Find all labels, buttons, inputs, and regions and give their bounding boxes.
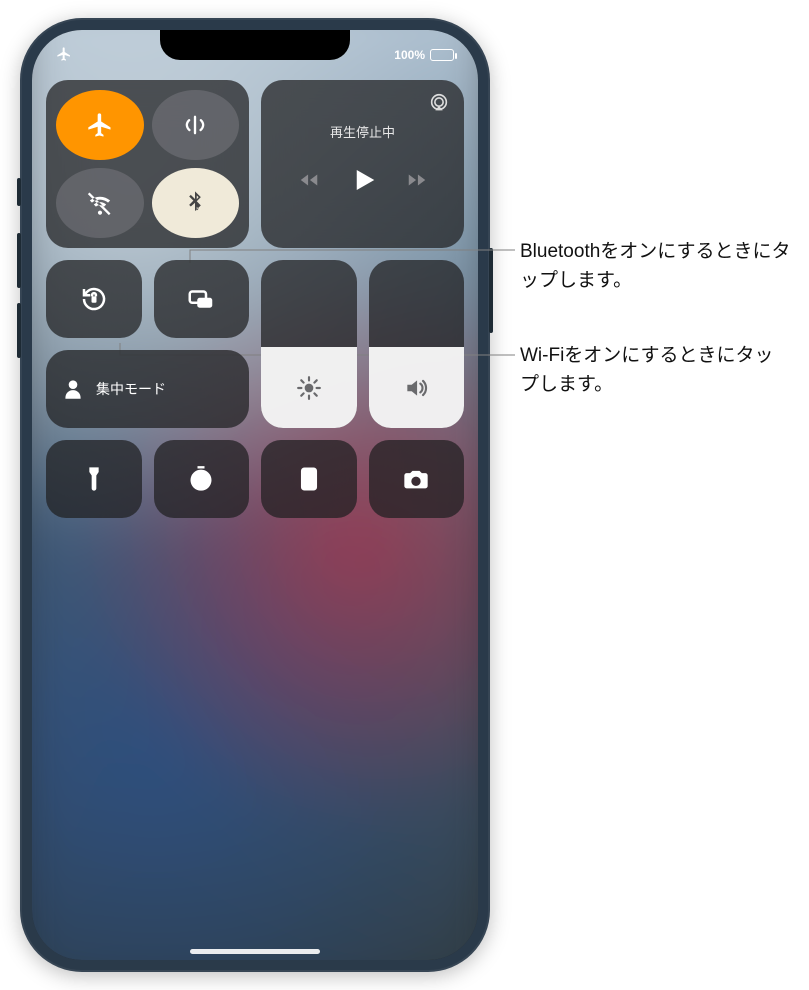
focus-mode-label: 集中モード <box>96 379 166 399</box>
connectivity-group[interactable] <box>46 80 249 248</box>
previous-track-button[interactable] <box>298 169 320 196</box>
focus-mode-button[interactable]: 集中モード <box>46 350 249 428</box>
battery-icon <box>430 49 454 61</box>
play-button[interactable] <box>348 165 378 200</box>
rotation-lock-icon <box>79 284 109 314</box>
timer-icon <box>187 465 215 493</box>
person-icon <box>60 376 86 402</box>
brightness-slider[interactable] <box>261 260 357 428</box>
silence-switch <box>17 178 21 206</box>
airplane-mode-status-icon <box>56 46 72 65</box>
callout-bluetooth: Bluetoothをオンにするときにタップします。 <box>520 238 800 295</box>
wifi-toggle[interactable] <box>56 168 144 238</box>
now-playing-tile[interactable]: 再生停止中 <box>261 80 464 248</box>
control-center: 再生停止中 <box>46 80 464 518</box>
callout-wifi: Wi-Fiをオンにするときにタップします。 <box>520 342 780 399</box>
brightness-icon <box>296 375 322 401</box>
home-indicator[interactable] <box>190 949 320 954</box>
airplane-mode-toggle[interactable] <box>56 90 144 160</box>
timer-button[interactable] <box>154 440 250 518</box>
phone-frame: 100% <box>20 18 490 972</box>
volume-up-button <box>17 233 21 288</box>
screen-mirroring-button[interactable] <box>154 260 250 338</box>
volume-slider[interactable] <box>369 260 465 428</box>
bluetooth-toggle[interactable] <box>152 168 240 238</box>
battery-percent: 100% <box>394 48 425 62</box>
airplay-icon[interactable] <box>428 92 450 114</box>
camera-icon <box>402 465 430 493</box>
side-button <box>489 248 493 333</box>
next-track-button[interactable] <box>406 169 428 196</box>
volume-down-button <box>17 303 21 358</box>
rotation-lock-toggle[interactable] <box>46 260 142 338</box>
airplane-icon <box>86 111 114 139</box>
calculator-button[interactable] <box>261 440 357 518</box>
bluetooth-icon <box>181 189 209 217</box>
screen: 100% <box>32 30 478 960</box>
calculator-icon <box>295 465 323 493</box>
now-playing-status: 再生停止中 <box>330 122 395 141</box>
camera-button[interactable] <box>369 440 465 518</box>
flashlight-icon <box>80 465 108 493</box>
volume-icon <box>403 375 429 401</box>
flashlight-button[interactable] <box>46 440 142 518</box>
wifi-off-icon <box>86 189 114 217</box>
notch <box>160 30 350 60</box>
screen-mirroring-icon <box>186 284 216 314</box>
cellular-icon <box>181 111 209 139</box>
cellular-data-toggle[interactable] <box>152 90 240 160</box>
